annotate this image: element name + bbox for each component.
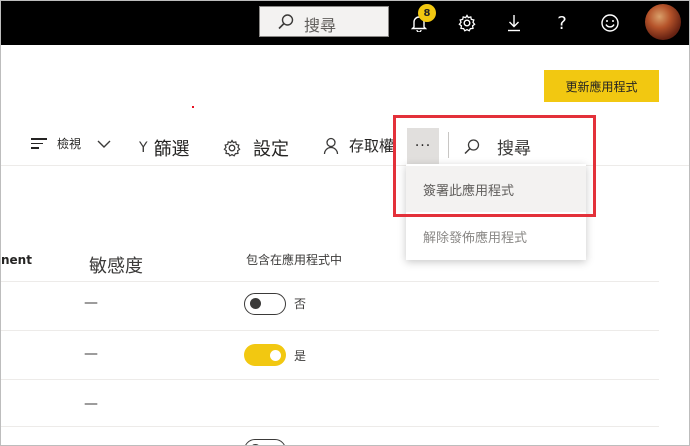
row-divider [1,426,659,427]
top-bar: 搜尋 8 ? [1,1,689,45]
global-search-input[interactable]: 搜尋 [259,6,389,37]
update-app-button[interactable]: 更新應用程式 [544,70,659,102]
sensitivity-value: — [84,295,98,311]
toggle-knob [270,349,281,361]
sensitivity-value: — [84,396,98,412]
sensitivity-value: — [84,346,98,362]
include-in-app-toggle[interactable] [244,293,286,315]
include-in-app-toggle[interactable] [244,439,286,445]
toggle-state-label: 是 [294,349,307,363]
toggle-knob [250,298,261,309]
settings-toolbar-button[interactable]: 設定 [223,135,289,161]
view-lines-icon [31,135,47,152]
app-window: 搜尋 8 ? 更新應用程式 檢視 Y 篩選 設定 存取權 ··· 搜尋 nent… [0,0,690,446]
row-divider [1,330,659,331]
toggle-state-label: 否 [294,297,307,311]
search-placeholder: 搜尋 [304,16,337,35]
help-icon: ? [557,12,567,34]
search-icon [278,14,294,30]
person-icon [323,137,339,154]
filter-button[interactable]: Y 篩選 [139,135,190,161]
filter-icon: Y [139,140,148,156]
view-label: 檢視 [57,137,82,151]
download-button[interactable] [500,9,528,37]
settings-label: 設定 [253,139,289,160]
row-divider [1,379,659,380]
download-icon [508,15,520,32]
smiley-icon [601,14,619,32]
column-header-included-in-app: 包含在應用程式中 [246,253,343,267]
filter-label: 篩選 [153,139,190,160]
menu-item-unpublish-app[interactable]: 解除發佈應用程式 [406,213,586,259]
avatar[interactable] [645,4,681,40]
decorative-dot [192,106,194,108]
access-button[interactable]: 存取權 [323,135,394,156]
notification-badge: 8 [418,4,436,22]
settings-button[interactable] [453,9,481,37]
view-button[interactable]: 檢視 [31,135,111,152]
gear-icon [458,14,476,32]
help-button[interactable]: ? [548,9,576,37]
row-divider [1,281,659,282]
gear-icon [223,139,241,157]
feedback-button[interactable] [596,9,624,37]
include-in-app-toggle[interactable] [244,344,286,366]
access-label: 存取權 [349,137,395,155]
chevron-down-icon [97,140,111,148]
column-header-sensitivity: 敏感度 [89,256,143,277]
annotation-highlight-box [393,115,596,217]
column-header-component: nent [1,253,32,267]
